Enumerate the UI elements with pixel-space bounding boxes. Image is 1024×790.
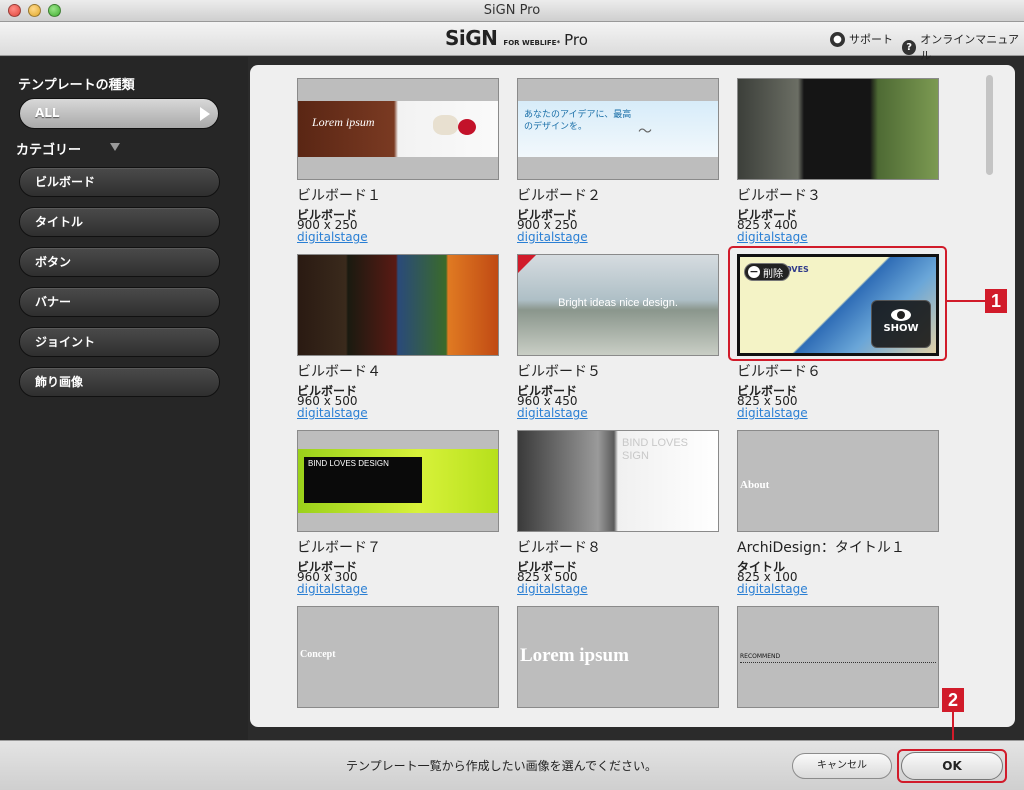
support-label: サポート: [849, 33, 893, 46]
callout-1-line: [947, 300, 985, 302]
category-heading: カテゴリー: [16, 143, 82, 158]
template-name: ArchiDesign：タイトル１: [737, 540, 905, 556]
template-thumbnail: LOVES − 削除 SHOW: [737, 254, 939, 356]
template-tile-billboard-4[interactable]: ビルボード４ ビルボード 960 x 500 digitalstage: [297, 254, 517, 429]
window-titlebar: SiGN Pro: [0, 0, 1024, 22]
category-joint-button[interactable]: ジョイント: [19, 327, 220, 357]
category-billboard-button[interactable]: ビルボード: [19, 167, 220, 197]
template-author-link[interactable]: digitalstage: [737, 406, 808, 420]
online-manual-link[interactable]: ? オンラインマニュアル: [902, 31, 1024, 63]
template-author-link[interactable]: digitalstage: [517, 230, 588, 244]
template-name: ビルボード１: [297, 188, 381, 204]
template-tile-billboard-7[interactable]: BIND LOVES DESIGN ビルボード７ ビルボード 960 x 300…: [297, 430, 517, 605]
app-logo: SiGN FOR WEBLIFE* Pro: [445, 26, 588, 50]
template-tile-billboard-8[interactable]: BIND LOVES SIGN ビルボード８ ビルボード 825 x 500 d…: [517, 430, 737, 605]
thumb-caption: あなたのアイデアに、最高のデザインを。: [524, 110, 632, 132]
all-label: ALL: [35, 106, 60, 120]
thumb-caption: Lorem ipsum: [520, 645, 629, 666]
category-banner-button[interactable]: バナー: [19, 287, 220, 317]
template-author-link[interactable]: digitalstage: [737, 230, 808, 244]
logo-pro-text: Pro: [564, 31, 588, 49]
thumb-caption: Lorem ipsum: [312, 115, 375, 129]
template-tile-recommend[interactable]: RECOMMEND: [737, 606, 957, 727]
thumb-caption: Bright ideas nice design.: [558, 297, 678, 309]
template-name: ビルボード８: [517, 540, 601, 556]
template-tile-lorem-ipsum[interactable]: Lorem ipsum: [517, 606, 737, 727]
logo-main-text: SiGN: [445, 26, 498, 50]
callout-2-badge: 2: [942, 688, 964, 712]
template-author-link[interactable]: digitalstage: [737, 582, 808, 596]
thumb-caption: BIND LOVES DESIGN: [308, 459, 389, 468]
delete-template-button[interactable]: − 削除: [744, 263, 790, 281]
thumb-caption: Concept: [300, 649, 336, 660]
status-message: テンプレート一覧から作成したい画像を選んでください。: [346, 759, 658, 773]
template-tile-billboard-3[interactable]: ビルボード３ ビルボード 825 x 400 digitalstage: [737, 78, 957, 253]
template-name: ビルボード７: [297, 540, 381, 556]
template-author-link[interactable]: digitalstage: [517, 406, 588, 420]
app-header: SiGN FOR WEBLIFE* Pro ● サポート ? オンラインマニュア…: [0, 22, 1024, 62]
logo-sub-text: FOR WEBLIFE*: [503, 39, 561, 47]
template-tile-billboard-5[interactable]: Bright ideas nice design. ビルボード５ ビルボード 9…: [517, 254, 737, 429]
template-thumbnail: Lorem ipsum: [517, 606, 719, 708]
user-icon: ●: [830, 31, 845, 47]
callout-1-badge: 1: [985, 289, 1007, 313]
template-tile-concept[interactable]: Concept: [297, 606, 517, 727]
template-author-link[interactable]: digitalstage: [297, 406, 368, 420]
template-thumbnail: [297, 254, 499, 356]
cancel-button[interactable]: キャンセル: [792, 753, 892, 779]
category-decoration-button[interactable]: 飾り画像: [19, 367, 220, 397]
window-title: SiGN Pro: [483, 3, 541, 18]
category-toggle-triangle-icon[interactable]: [110, 143, 120, 151]
template-thumbnail: BIND LOVES DESIGN: [297, 430, 499, 532]
show-label: SHOW: [883, 323, 919, 334]
template-author-link[interactable]: digitalstage: [297, 230, 368, 244]
sidebar: テンプレートの種類 ALL カテゴリー ビルボード タイトル ボタン バナー ジ…: [0, 57, 248, 740]
all-templates-button[interactable]: ALL: [19, 98, 219, 129]
support-link[interactable]: ● サポート: [830, 31, 893, 47]
template-tile-archidesign-title-1[interactable]: About ArchiDesign：タイトル１ タイトル 825 x 100 d…: [737, 430, 957, 605]
vertical-scrollbar[interactable]: [986, 75, 993, 175]
template-thumbnail: Concept: [297, 606, 499, 708]
play-arrow-icon: [200, 107, 210, 121]
template-name: ビルボード４: [297, 364, 381, 380]
template-tile-billboard-1[interactable]: Lorem ipsum ビルボード１ ビルボード 900 x 250 digit…: [297, 78, 517, 253]
template-thumbnail: [737, 78, 939, 180]
template-name: ビルボード６: [737, 364, 821, 380]
template-name: ビルボード５: [517, 364, 601, 380]
template-name: ビルボード２: [517, 188, 601, 204]
template-tile-billboard-2[interactable]: あなたのアイデアに、最高のデザインを。 〜 ビルボード２ ビルボード 900 x…: [517, 78, 737, 253]
thumb-caption: About: [740, 479, 770, 491]
template-thumbnail: Lorem ipsum: [297, 78, 499, 180]
template-thumbnail: Bright ideas nice design.: [517, 254, 719, 356]
template-author-link[interactable]: digitalstage: [517, 582, 588, 596]
category-button-button[interactable]: ボタン: [19, 247, 220, 277]
template-thumbnail: About: [737, 430, 939, 532]
category-title-button[interactable]: タイトル: [19, 207, 220, 237]
template-grid-panel: Lorem ipsum ビルボード１ ビルボード 900 x 250 digit…: [250, 65, 1015, 727]
eye-icon: [891, 309, 911, 321]
template-name: ビルボード３: [737, 188, 821, 204]
minus-icon: −: [748, 265, 760, 278]
ok-button[interactable]: OK: [901, 752, 1003, 780]
template-type-heading: テンプレートの種類: [18, 78, 135, 93]
help-icon: ?: [902, 39, 917, 55]
thumb-caption: RECOMMEND: [740, 653, 781, 660]
template-tile-billboard-6-selected[interactable]: LOVES − 削除 SHOW ビルボード６ ビルボード 825 x 500 d…: [728, 246, 957, 429]
template-thumbnail: あなたのアイデアに、最高のデザインを。 〜: [517, 78, 719, 180]
template-thumbnail: BIND LOVES SIGN: [517, 430, 719, 532]
footer-bar: テンプレート一覧から作成したい画像を選んでください。 キャンセル OK: [0, 740, 1024, 790]
manual-label: オンラインマニュアル: [920, 33, 1019, 62]
show-preview-button[interactable]: SHOW: [871, 300, 931, 348]
template-thumbnail: RECOMMEND: [737, 606, 939, 708]
thumb-caption: BIND LOVES SIGN: [622, 437, 689, 462]
template-author-link[interactable]: digitalstage: [297, 582, 368, 596]
delete-label: 削除: [763, 268, 783, 280]
